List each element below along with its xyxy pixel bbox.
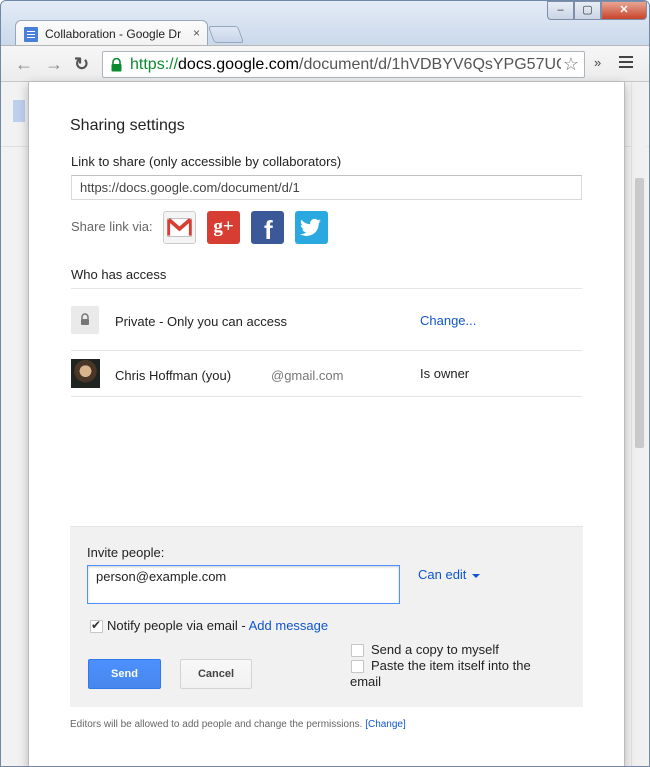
page-viewport: Sharing settings Link to share (only acc… — [1, 82, 649, 766]
access-divider-top — [71, 288, 582, 289]
private-lock-icon — [71, 306, 99, 334]
permission-dropdown[interactable]: Can edit — [418, 567, 481, 582]
scrollbar-thumb[interactable] — [635, 178, 644, 448]
owner-role: Is owner — [420, 366, 470, 381]
hamburger-menu-icon[interactable] — [619, 56, 633, 68]
browser-toolbar: ← → ↻ https://docs.google.com/document/d… — [1, 45, 649, 82]
who-has-access-heading: Who has access — [71, 267, 167, 282]
url-text: https://docs.google.com/document/d/1hVDB… — [130, 56, 568, 74]
notify-label: Notify people via email - — [107, 618, 249, 633]
browser-tab[interactable]: Collaboration - Google Dr × — [15, 20, 208, 46]
sharing-settings-dialog: Sharing settings Link to share (only acc… — [28, 82, 625, 766]
owner-name: Chris Hoffman (you) — [115, 368, 232, 383]
bookmark-star-icon[interactable]: ☆ — [560, 54, 579, 75]
address-bar[interactable]: https://docs.google.com/document/d/1hVDB… — [102, 51, 585, 78]
send-button[interactable]: Send — [88, 659, 161, 689]
google-plus-icon[interactable]: g+ — [207, 211, 240, 244]
invite-people-label: Invite people: — [87, 545, 165, 560]
forward-arrow-icon[interactable]: → — [45, 54, 63, 75]
access-divider-mid — [71, 350, 582, 351]
title-bar: Collaboration - Google Dr × – ▢ ✕ — [1, 1, 649, 46]
tab-close-icon[interactable]: × — [193, 26, 200, 40]
secure-lock-icon — [111, 58, 122, 72]
tab-title: Collaboration - Google Dr — [45, 27, 182, 41]
send-copy-label: Send a copy to myself — [371, 642, 499, 657]
new-tab-button[interactable] — [207, 26, 245, 43]
permissions-note: Editors will be allowed to add people an… — [70, 719, 406, 730]
url-host: docs.google.com — [178, 56, 299, 73]
share-link-field[interactable]: https://docs.google.com/document/d/1 — [71, 175, 582, 200]
link-to-share-label: Link to share (only accessible by collab… — [71, 154, 342, 169]
reload-icon[interactable]: ↻ — [74, 54, 89, 75]
window-controls: – ▢ ✕ — [547, 1, 647, 20]
private-access-label: Private - Only you can access — [115, 314, 287, 329]
change-access-link[interactable]: Change... — [420, 313, 476, 328]
invite-panel: Invite people: person@example.com Can ed… — [70, 526, 583, 707]
permission-value: Can edit — [418, 567, 467, 582]
browser-window: Collaboration - Google Dr × – ▢ ✕ ← → ↻ … — [0, 0, 650, 767]
close-window-button[interactable]: ✕ — [601, 1, 647, 20]
notify-option: Notify people via email - Add message — [107, 618, 328, 634]
paste-item-checkbox[interactable] — [351, 660, 364, 673]
url-path: /document/d/1hVDBYV6QsYPG57UC — [299, 56, 568, 73]
share-link-via-label: Share link via: — [71, 219, 153, 234]
send-copy-checkbox[interactable] — [351, 644, 364, 657]
permissions-note-text: Editors will be allowed to add people an… — [70, 719, 363, 730]
minimize-button[interactable]: – — [547, 1, 574, 20]
change-permissions-link[interactable]: [Change] — [365, 719, 406, 730]
caret-down-icon — [472, 573, 481, 578]
twitter-icon[interactable] — [295, 211, 328, 244]
facebook-icon[interactable]: f — [251, 211, 284, 244]
owner-email: @gmail.com — [271, 368, 344, 383]
paste-item-label-line2: email — [350, 674, 382, 689]
docs-favicon-icon — [24, 27, 38, 42]
notify-checkbox[interactable] — [90, 618, 103, 633]
avatar — [71, 359, 100, 388]
docs-logo-fragment — [13, 100, 25, 122]
url-scheme: https:// — [130, 56, 179, 73]
dialog-title: Sharing settings — [70, 117, 185, 134]
page-scrollbar[interactable] — [631, 82, 647, 766]
overflow-chevron-icon[interactable]: » — [594, 55, 601, 70]
maximize-button[interactable]: ▢ — [574, 1, 601, 20]
access-divider-bottom — [71, 396, 582, 397]
invite-email-input[interactable]: person@example.com — [87, 565, 400, 604]
cancel-button[interactable]: Cancel — [180, 659, 252, 689]
back-arrow-icon[interactable]: ← — [15, 54, 33, 75]
gmail-icon[interactable] — [163, 211, 196, 244]
paste-item-label-line1: Paste the item itself into the — [371, 658, 531, 673]
add-message-link[interactable]: Add message — [249, 618, 329, 633]
